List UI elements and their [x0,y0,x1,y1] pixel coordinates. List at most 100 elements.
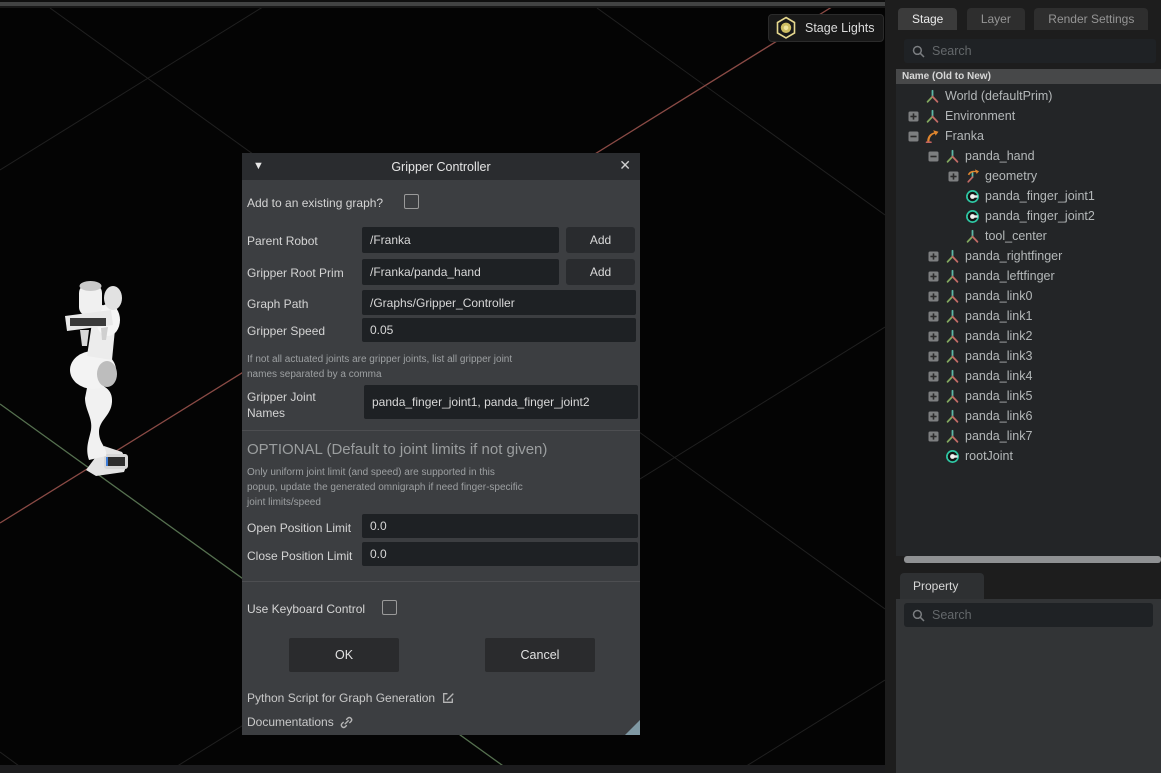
tree-item-panda_link1[interactable]: panda_link1 [896,306,1161,326]
expander-spacer [948,211,959,222]
expander-spacer [908,91,919,102]
collapse-icon[interactable] [908,131,919,142]
optional-hint-line2: popup, update the generated omnigraph if… [247,482,523,493]
tree-item-geometry[interactable]: geometry [896,166,1161,186]
tree-item-label: panda_link4 [965,369,1032,383]
tree-item-panda_finger_joint1[interactable]: panda_finger_joint1 [896,186,1161,206]
tree-item-Environment[interactable]: Environment [896,106,1161,126]
graph-path-input[interactable] [362,290,636,315]
tree-item-label: panda_finger_joint2 [985,209,1095,223]
tree-item-panda_link6[interactable]: panda_link6 [896,406,1161,426]
add-existing-graph-checkbox[interactable] [404,194,419,209]
xform-icon [945,249,960,264]
xform-icon [925,109,940,124]
tree-item-label: panda_link1 [965,309,1032,323]
dialog-resize-grip[interactable] [625,720,640,735]
tree-item-label: panda_link5 [965,389,1032,403]
expand-icon[interactable] [928,271,939,282]
xform-icon [945,289,960,304]
close-icon[interactable]: ✕ [619,157,631,174]
property-search-input[interactable] [932,608,1125,622]
joint-icon [945,449,960,464]
collapse-icon[interactable] [928,151,939,162]
tree-item-tool_center[interactable]: tool_center [896,226,1161,246]
joint-hint-line2: names separated by a comma [247,369,382,380]
expand-icon[interactable] [928,291,939,302]
graph-path-label: Graph Path [247,297,308,311]
search-icon [912,45,925,58]
tab-render-settings[interactable]: Render Settings [1034,8,1148,30]
tree-item-label: panda_rightfinger [965,249,1062,263]
tree-item-panda_leftfinger[interactable]: panda_leftfinger [896,266,1161,286]
open-position-limit-input[interactable] [362,514,638,538]
tree-item-panda_link2[interactable]: panda_link2 [896,326,1161,346]
expand-icon[interactable] [928,371,939,382]
gripper-joint-names-label-line2: Names [247,406,285,420]
optional-section-heading: OPTIONAL (Default to joint limits if not… [247,441,547,458]
tree-item-panda_hand[interactable]: panda_hand [896,146,1161,166]
dialog-titlebar[interactable]: ▼ Gripper Controller ✕ [242,153,640,180]
gripper-joint-names-input[interactable] [364,385,638,419]
expand-icon[interactable] [928,391,939,402]
tab-property[interactable]: Property [900,573,984,599]
collapse-triangle-icon[interactable]: ▼ [253,160,264,172]
section-divider [242,430,640,431]
tab-stage[interactable]: Stage [898,8,957,30]
optional-hint-line1: Only uniform joint limit (and speed) are… [247,467,495,478]
tree-item-panda_link5[interactable]: panda_link5 [896,386,1161,406]
stage-horizontal-scrollbar[interactable] [904,556,1161,563]
expand-icon[interactable] [908,111,919,122]
stage-search-box[interactable] [904,39,1156,63]
parent-robot-input[interactable] [362,227,559,253]
close-position-limit-label: Close Position Limit [247,549,352,563]
expand-icon[interactable] [928,411,939,422]
stage-search-input[interactable] [932,44,1127,58]
tree-item-World-defaultPrim-[interactable]: World (defaultPrim) [896,86,1161,106]
tree-item-rootJoint[interactable]: rootJoint [896,446,1161,466]
ok-button[interactable]: OK [289,638,399,672]
parent-robot-add-button[interactable]: Add [566,227,635,253]
link-icon [340,716,353,729]
property-search-box[interactable] [904,603,1153,627]
tree-item-panda_link0[interactable]: panda_link0 [896,286,1161,306]
geometry-mesh-icon [965,169,980,184]
tree-item-panda_link3[interactable]: panda_link3 [896,346,1161,366]
tab-layer[interactable]: Layer [967,8,1025,30]
tree-item-Franka[interactable]: Franka [896,126,1161,146]
xform-icon [945,349,960,364]
bottom-strip [0,765,885,773]
search-icon [912,609,925,622]
xform-icon [945,369,960,384]
tree-item-label: panda_link7 [965,429,1032,443]
section-divider [242,581,640,582]
cancel-button[interactable]: Cancel [485,638,595,672]
expand-icon[interactable] [928,331,939,342]
expand-icon[interactable] [928,351,939,362]
gripper-root-prim-label: Gripper Root Prim [247,266,344,280]
tree-item-panda_finger_joint2[interactable]: panda_finger_joint2 [896,206,1161,226]
python-script-link[interactable]: Python Script for Graph Generation [247,691,455,705]
tree-item-label: tool_center [985,229,1047,243]
property-panel-body [896,599,1161,773]
close-position-limit-input[interactable] [362,542,638,566]
xform-icon [965,229,980,244]
gripper-speed-input[interactable] [362,318,636,342]
gripper-root-prim-add-button[interactable]: Add [566,259,635,285]
tree-item-panda_link4[interactable]: panda_link4 [896,366,1161,386]
gripper-controller-dialog: ▼ Gripper Controller ✕ Add to an existin… [242,153,640,735]
tree-item-panda_rightfinger[interactable]: panda_rightfinger [896,246,1161,266]
expand-icon[interactable] [928,251,939,262]
use-keyboard-control-label: Use Keyboard Control [247,602,365,616]
tree-column-header[interactable]: Name (Old to New) [896,69,1161,84]
documentations-link[interactable]: Documentations [247,715,353,729]
expand-icon[interactable] [928,431,939,442]
stage-lights-button[interactable]: Stage Lights [768,14,884,42]
tree-item-label: World (defaultPrim) [945,89,1052,103]
franka-robot-model[interactable] [65,281,128,476]
gripper-root-prim-input[interactable] [362,259,559,285]
tree-item-panda_link7[interactable]: panda_link7 [896,426,1161,446]
expand-icon[interactable] [928,311,939,322]
expand-icon[interactable] [948,171,959,182]
application-window: Stage Lights ▼ Gripper Controller ✕ Add … [0,0,1161,773]
use-keyboard-control-checkbox[interactable] [382,600,397,615]
